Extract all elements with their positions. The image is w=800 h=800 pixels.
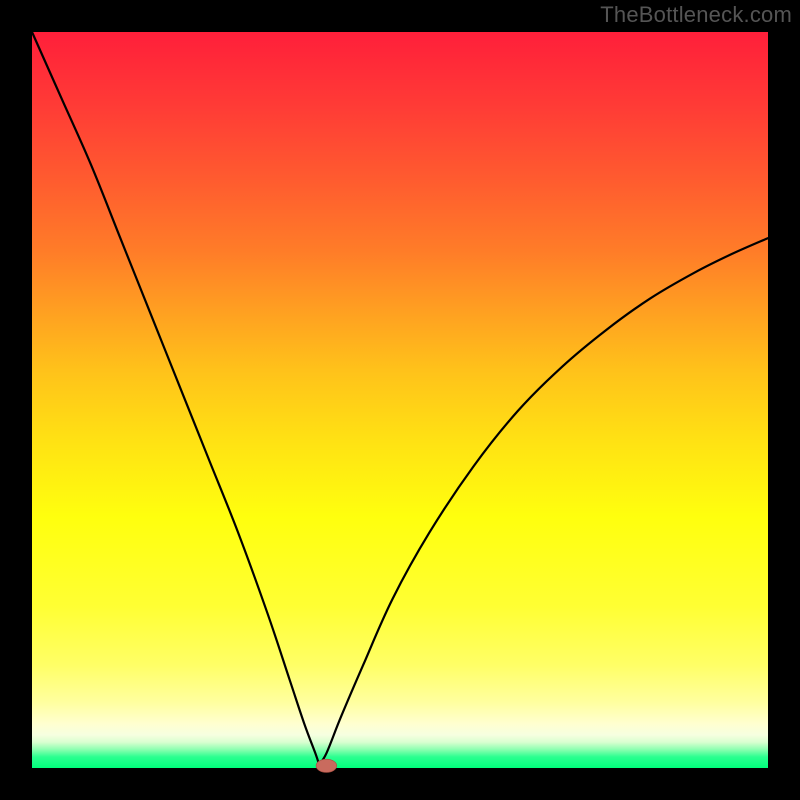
chart-frame: TheBottleneck.com — [0, 0, 800, 800]
minimum-marker — [316, 759, 337, 772]
watermark-text: TheBottleneck.com — [600, 2, 792, 28]
curve-left-branch — [32, 32, 319, 764]
plot-area — [32, 32, 768, 768]
chart-svg — [32, 32, 768, 768]
curve-right-branch — [319, 238, 768, 764]
